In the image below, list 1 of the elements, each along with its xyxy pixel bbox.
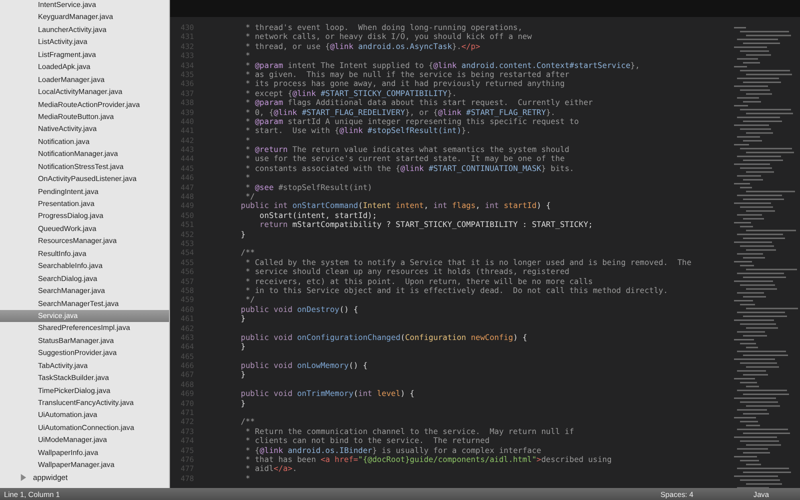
caret-right-icon[interactable] xyxy=(20,474,27,482)
